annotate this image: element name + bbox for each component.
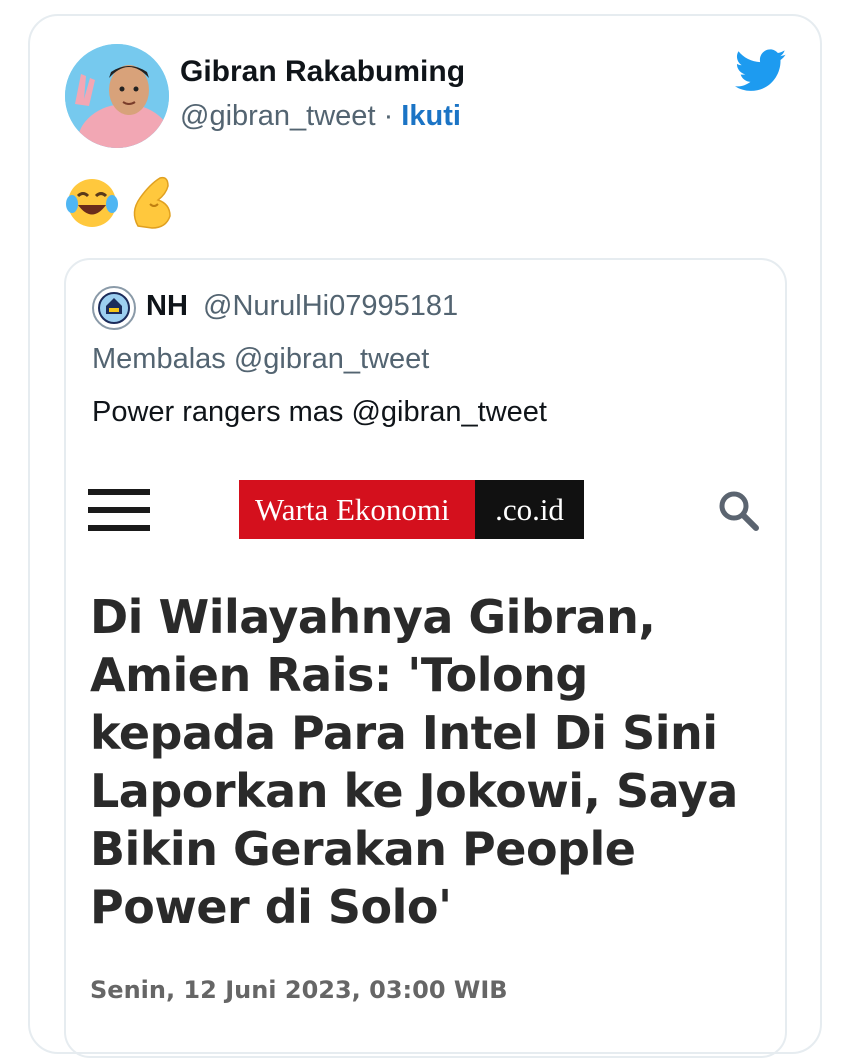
- site-tld: .co.id: [475, 480, 584, 539]
- search-icon[interactable]: [716, 488, 762, 534]
- headline-line: Bikin Gerakan People: [90, 822, 636, 876]
- headline-line: Laporkan ke Jokowi, Saya: [90, 764, 738, 818]
- pinched-fingers-icon: [133, 176, 171, 229]
- author-avatar[interactable]: [65, 44, 169, 148]
- menu-icon[interactable]: [88, 489, 150, 531]
- site-name: Warta Ekonomi: [239, 480, 475, 539]
- follow-button[interactable]: Ikuti: [401, 100, 461, 132]
- quoted-tweet-text: Power rangers mas @gibran_tweet: [92, 396, 547, 428]
- author-handle[interactable]: @gibran_tweet: [180, 100, 376, 132]
- author-handle-line: @gibran_tweet · Ikuti: [180, 100, 461, 133]
- article-headline[interactable]: Di Wilayahnya Gibran, Amien Rais: 'Tolon…: [90, 588, 770, 936]
- headline-line: Di Wilayahnya Gibran,: [90, 590, 656, 644]
- article-date: Senin, 12 Juni 2023, 03:00 WIB: [90, 976, 508, 1004]
- face-with-tears-of-joy-icon: [66, 179, 118, 227]
- author-name[interactable]: Gibran Rakabuming: [180, 55, 465, 89]
- reply-context[interactable]: Membalas @gibran_tweet: [92, 343, 429, 376]
- twitter-bird-icon[interactable]: [734, 49, 787, 93]
- tweet-emoji-text: [64, 174, 180, 234]
- separator-dot: ·: [383, 100, 394, 132]
- headline-line: Amien Rais: 'Tolong: [90, 648, 588, 702]
- site-logo[interactable]: Warta Ekonomi .co.id: [239, 480, 584, 539]
- quoted-author-name[interactable]: NH: [146, 290, 188, 323]
- headline-line: kepada Para Intel Di Sini: [90, 706, 718, 760]
- headline-line: Power di Solo': [90, 880, 452, 934]
- quoted-author-handle[interactable]: @NurulHi07995181: [203, 290, 458, 323]
- club-crest-icon[interactable]: [92, 286, 136, 330]
